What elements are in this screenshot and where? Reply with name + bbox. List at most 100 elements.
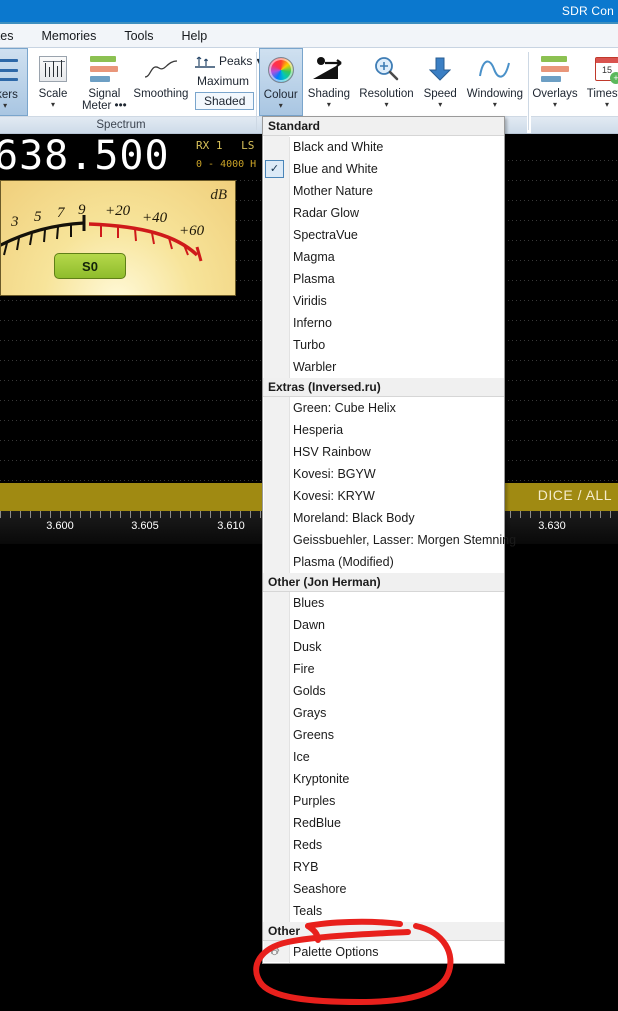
chevron-down-icon[interactable]: ▾ [553,101,557,109]
menu-item-redblue[interactable]: RedBlue [263,812,504,834]
menu-item-label: Golds [293,684,326,698]
menu-item-label: HSV Rainbow [293,445,371,459]
markers-button[interactable]: rkers ▾ [0,48,29,116]
chevron-down-icon[interactable]: ▾ [605,101,609,109]
menu-item-turbo[interactable]: Turbo [263,334,504,356]
menu-item-spectravue[interactable]: SpectraVue [263,224,504,246]
peaks-shaded-option[interactable]: Shaded [195,92,255,110]
menu-bar: ites Memories Tools Help [0,24,618,48]
menu-item-palette-options[interactable]: Palette Options [263,941,504,963]
svg-text:5: 5 [34,209,42,225]
menu-item-label: Blue and White [293,162,378,176]
svg-text:9: 9 [78,202,86,218]
shading-button[interactable]: Shading ▾ [303,48,356,116]
menu-item-seashore[interactable]: Seashore [263,878,504,900]
menu-item-label: Ice [293,750,310,764]
menu-item-label: Kovesi: KRYW [293,489,375,503]
freq-tick-label: 3.630 [538,520,566,532]
menu-item-ryb[interactable]: RYB [263,856,504,878]
menu-item-warbler[interactable]: Warbler [263,356,504,378]
chevron-down-icon[interactable]: ▾ [327,101,331,109]
menu-item-dawn[interactable]: Dawn [263,614,504,636]
menu-item-label: Warbler [293,360,337,374]
signal-meter-button[interactable]: Signal Meter ••• [78,48,131,116]
menu-help[interactable]: Help [168,29,222,43]
menu-item-greens[interactable]: Greens [263,724,504,746]
windowing-button[interactable]: Windowing ▾ [463,48,527,116]
menu-item-black-and-white[interactable]: Black and White [263,136,504,158]
menu-item-hsv-rainbow[interactable]: HSV Rainbow [263,441,504,463]
overlays-button[interactable]: Overlays ▾ [531,48,579,116]
menu-item-reds[interactable]: Reds [263,834,504,856]
menu-item-magma[interactable]: Magma [263,246,504,268]
menu-item-label: Grays [293,706,327,720]
scale-icon [39,52,67,86]
scale-button[interactable]: Scale ▾ [28,48,78,116]
svg-text:7: 7 [57,205,66,221]
menu-item-label: Green: Cube Helix [293,401,396,415]
smoothing-button[interactable]: Smoothing [131,48,191,116]
menu-item-kovesi-kryw[interactable]: Kovesi: KRYW [263,485,504,507]
menu-item-geissbuehler-lasser-morgen-stemning[interactable]: Geissbuehler, Lasser: Morgen Stemning [263,529,516,551]
menu-item-kovesi-bgyw[interactable]: Kovesi: BGYW [263,463,504,485]
menu-item-kryptonite[interactable]: Kryptonite [263,768,504,790]
ribbon-group-spectrum: rkers ▾ Scale ▾ [0,48,262,133]
frequency-panel[interactable]: 638.500 RX 1 LS 0 - 4000 H [0,134,270,180]
menu-item-plasma[interactable]: Plasma [263,268,504,290]
chevron-down-icon[interactable]: ▾ [3,102,7,110]
menu-item-blue-and-white[interactable]: ✓ Blue and White [263,158,504,180]
menu-item-moreland-black-body[interactable]: Moreland: Black Body [263,507,504,529]
smoothing-label: Smoothing [133,88,189,100]
menu-item-blues[interactable]: Blues [263,592,504,614]
freq-tick-label: 3.605 [131,520,159,532]
menu-item-purples[interactable]: Purples [263,790,504,812]
menu-item-grays[interactable]: Grays [263,702,504,724]
colour-wheel-icon [267,53,294,87]
menu-tools[interactable]: Tools [110,29,167,43]
menu-item-label: Mother Nature [293,184,373,198]
menu-item-viridis[interactable]: Viridis [263,290,504,312]
menu-item-label: Kovesi: BGYW [293,467,376,481]
menu-favourites[interactable]: ites [0,29,27,43]
shading-label: Shading [307,88,351,100]
menu-item-inferno[interactable]: Inferno [263,312,504,334]
menu-item-fire[interactable]: Fire [263,658,504,680]
menu-item-green-cube-helix[interactable]: Green: Cube Helix [263,397,504,419]
colour-palette-menu[interactable]: Standard Black and White ✓ Blue and Whit… [262,116,516,964]
chevron-down-icon[interactable]: ▾ [384,101,388,109]
menu-item-golds[interactable]: Golds [263,680,504,702]
s-reading-badge: S0 [54,253,126,279]
signal-meter-db-label: dB [210,187,227,203]
frequency-readout[interactable]: 638.500 [0,134,170,179]
menu-memories[interactable]: Memories [27,29,110,43]
window-title: SDR Con [561,4,614,18]
menu-item-label: Palette Options [293,945,379,959]
chevron-down-icon[interactable]: ▾ [51,101,55,109]
menu-item-ice[interactable]: Ice [263,746,504,768]
menu-item-radar-glow[interactable]: Radar Glow [263,202,504,224]
menu-item-teals[interactable]: Teals [263,900,504,922]
menu-item-plasma-modified[interactable]: Plasma (Modified) [263,551,504,573]
menu-item-dusk[interactable]: Dusk [263,636,504,658]
menu-item-mother-nature[interactable]: Mother Nature [263,180,504,202]
freq-tick-label: 3.600 [46,520,74,532]
menu-section-header-standard: Standard [263,117,504,136]
peaks-label: Peaks [219,54,253,68]
peaks-maximum-option[interactable]: Maximum [197,74,249,88]
resolution-button[interactable]: Resolution ▾ [355,48,417,116]
chevron-down-icon[interactable]: ▾ [493,101,497,109]
rx-status-line: RX 1 LS [196,139,254,152]
menu-item-label: Teals [293,904,323,918]
menu-item-hesperia[interactable]: Hesperia [263,419,504,441]
ribbon-group-spectrum-label: Spectrum [0,116,260,133]
timestamps-button[interactable]: 15+ Timesta ▾ [579,48,618,116]
filter-label: 0 - 4000 H [196,159,257,170]
chevron-down-icon[interactable]: ▾ [438,101,442,109]
menu-item-label: SpectraVue [293,228,358,242]
peaks-icon [195,56,215,68]
colour-button[interactable]: Colour ▾ [259,48,303,116]
menu-item-label: Geissbuehler, Lasser: Morgen Stemning [293,533,517,547]
chevron-down-icon[interactable]: ▾ [279,102,283,110]
svg-text:+40: +40 [142,210,168,226]
speed-button[interactable]: Speed ▾ [418,48,463,116]
